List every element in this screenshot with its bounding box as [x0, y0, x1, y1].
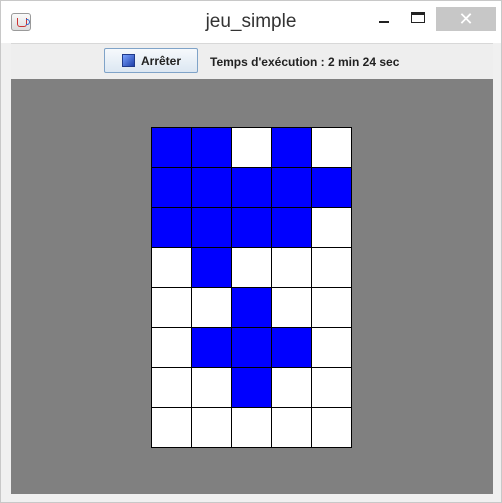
- grid-cell[interactable]: [271, 127, 312, 168]
- grid-cell[interactable]: [231, 327, 272, 368]
- minimize-icon: [379, 21, 389, 23]
- grid-cell[interactable]: [191, 407, 232, 448]
- grid-cell[interactable]: [151, 407, 192, 448]
- stop-button-label: Arrêter: [141, 54, 182, 68]
- grid-cell[interactable]: [231, 127, 272, 168]
- minimize-button[interactable]: [371, 7, 397, 29]
- grid-cell[interactable]: [151, 367, 192, 408]
- grid-cell[interactable]: [271, 327, 312, 368]
- grid-cell[interactable]: [191, 167, 232, 208]
- grid-cell[interactable]: [231, 367, 272, 408]
- execution-time-label: Temps d'exécution : 2 min 24 sec: [210, 55, 400, 69]
- toolbar: Arrêter Temps d'exécution : 2 min 24 sec: [11, 43, 493, 80]
- grid-cell[interactable]: [271, 407, 312, 448]
- grid-cell[interactable]: [311, 367, 352, 408]
- grid-cell[interactable]: [271, 207, 312, 248]
- grid-cell[interactable]: [311, 167, 352, 208]
- maximize-icon: [411, 12, 425, 23]
- grid-cell[interactable]: [231, 247, 272, 288]
- grid-cell[interactable]: [151, 327, 192, 368]
- grid-cell[interactable]: [231, 167, 272, 208]
- grid-cell[interactable]: [151, 207, 192, 248]
- close-button[interactable]: ✕: [436, 7, 496, 31]
- game-grid[interactable]: [151, 127, 352, 448]
- grid-cell[interactable]: [271, 247, 312, 288]
- title-bar[interactable]: jeu_simple ✕: [1, 1, 501, 43]
- grid-cell[interactable]: [151, 127, 192, 168]
- grid-cell[interactable]: [311, 287, 352, 328]
- app-window: jeu_simple ✕ Arrêter Temps d'exécution :…: [0, 0, 502, 503]
- grid-cell[interactable]: [151, 167, 192, 208]
- grid-cell[interactable]: [311, 247, 352, 288]
- grid-cell[interactable]: [191, 247, 232, 288]
- maximize-button[interactable]: [405, 7, 431, 29]
- grid-cell[interactable]: [191, 127, 232, 168]
- grid-cell[interactable]: [311, 407, 352, 448]
- grid-cell[interactable]: [231, 207, 272, 248]
- blue-square-icon: [122, 54, 135, 67]
- grid-cell[interactable]: [191, 327, 232, 368]
- grid-cell[interactable]: [271, 367, 312, 408]
- grid-cell[interactable]: [151, 247, 192, 288]
- grid-cell[interactable]: [271, 287, 312, 328]
- grid-cell[interactable]: [191, 367, 232, 408]
- grid-cell[interactable]: [191, 207, 232, 248]
- grid-cell[interactable]: [191, 287, 232, 328]
- grid-cell[interactable]: [271, 167, 312, 208]
- grid-cell[interactable]: [311, 327, 352, 368]
- grid-cell[interactable]: [151, 287, 192, 328]
- grid-cell[interactable]: [311, 127, 352, 168]
- grid-cell[interactable]: [311, 207, 352, 248]
- stop-button[interactable]: Arrêter: [104, 48, 198, 73]
- game-canvas[interactable]: [11, 79, 493, 494]
- close-icon: ✕: [458, 9, 474, 29]
- grid-cell[interactable]: [231, 407, 272, 448]
- grid-cell[interactable]: [231, 287, 272, 328]
